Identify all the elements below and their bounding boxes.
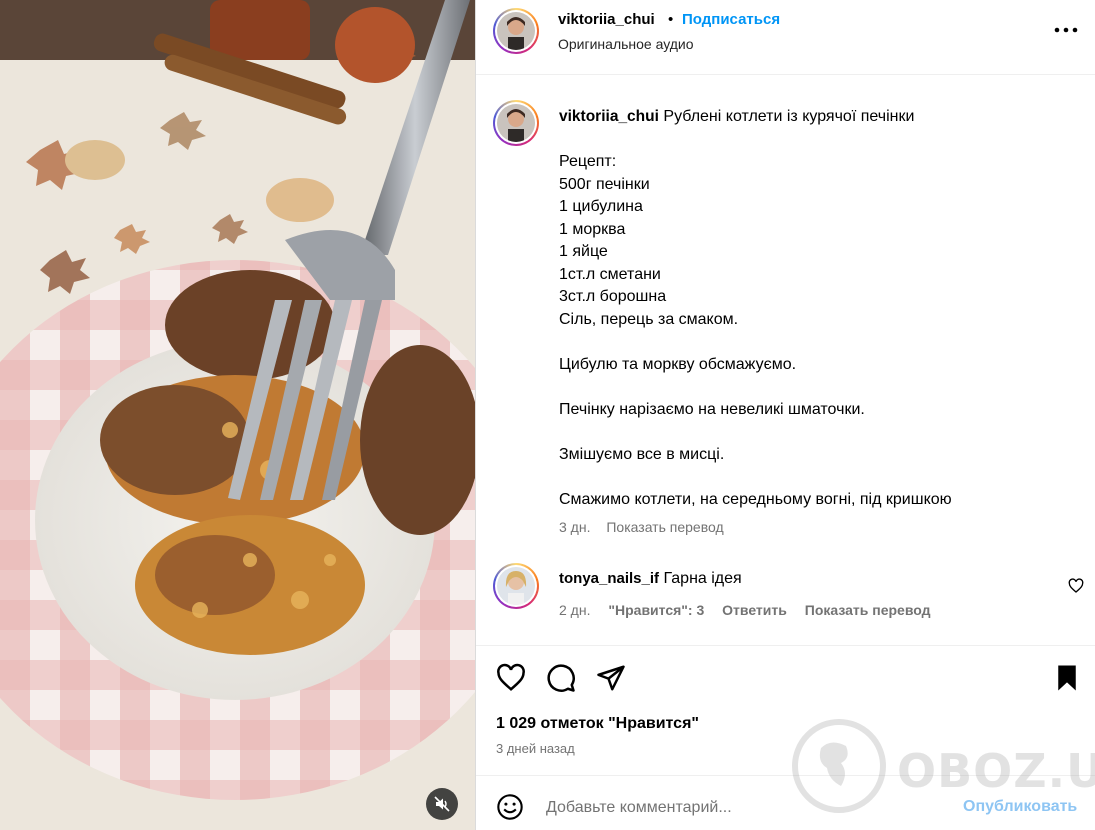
more-horizontal-icon[interactable] [1051, 20, 1081, 40]
post-details-panel: viktoriia_chui • Подписаться Оригинально… [475, 0, 1095, 830]
emoji-icon[interactable] [496, 793, 524, 821]
bookmark-save-icon[interactable] [1052, 663, 1082, 693]
likes-count[interactable]: 1 029 отметок "Нравится" [496, 715, 699, 733]
mute-button[interactable] [426, 788, 458, 820]
like-heart-icon[interactable] [496, 663, 526, 693]
commenter-username[interactable]: tonya_nails_if [559, 570, 659, 587]
publish-button[interactable]: Опубликовать [963, 798, 1077, 816]
caption-meta: 3 дн. Показать перевод [559, 519, 736, 535]
share-send-icon[interactable] [596, 663, 626, 693]
comment-text: Гарна ідея [663, 570, 742, 587]
add-comment-bar: Опубликовать [476, 775, 1095, 830]
author-avatar[interactable] [493, 8, 539, 54]
caption-username[interactable]: viktoriia_chui [559, 108, 659, 125]
comment-text-block: tonya_nails_if Гарна ідея [559, 570, 742, 588]
commenter-avatar[interactable] [493, 563, 539, 609]
caption-avatar[interactable] [493, 100, 539, 146]
avatar-image [497, 104, 535, 142]
post-header: viktoriia_chui • Подписаться Оригинально… [476, 0, 1095, 75]
comment-time[interactable]: 2 дн. [559, 602, 590, 618]
post-date[interactable]: 3 дней назад [496, 741, 575, 756]
post-actions: 1 029 отметок "Нравится" 3 дней назад [476, 645, 1095, 775]
caption-translate-link[interactable]: Показать перевод [606, 519, 723, 535]
food-photo [0, 0, 475, 830]
header-separator: • [668, 11, 674, 28]
reply-button[interactable]: Ответить [722, 602, 787, 618]
comment-bubble-icon[interactable] [546, 663, 576, 693]
avatar-image [497, 567, 535, 605]
caption-text-block: viktoriia_chui Рублені котлети із курячо… [559, 106, 1079, 511]
post-media[interactable] [0, 0, 475, 830]
audio-label[interactable]: Оригинальное аудио [558, 36, 694, 52]
comment-meta: 2 дн. "Нравится": 3 Ответить Показать пе… [559, 602, 945, 618]
comment-heart-icon[interactable] [1068, 578, 1084, 594]
comment-translate-link[interactable]: Показать перевод [805, 602, 931, 618]
avatar-image [497, 12, 535, 50]
comment-item: tonya_nails_if Гарна ідея 2 дн. "Нравитс… [476, 560, 1095, 630]
comment-input[interactable] [546, 796, 946, 820]
caption-text: Рублені котлети із курячої печінки Рецеп… [559, 108, 952, 508]
speaker-muted-icon [434, 796, 450, 812]
follow-button[interactable]: Подписаться [682, 11, 780, 28]
caption-time[interactable]: 3 дн. [559, 519, 590, 535]
author-username[interactable]: viktoriia_chui [558, 11, 655, 28]
comment-likes[interactable]: "Нравится": 3 [608, 602, 704, 618]
